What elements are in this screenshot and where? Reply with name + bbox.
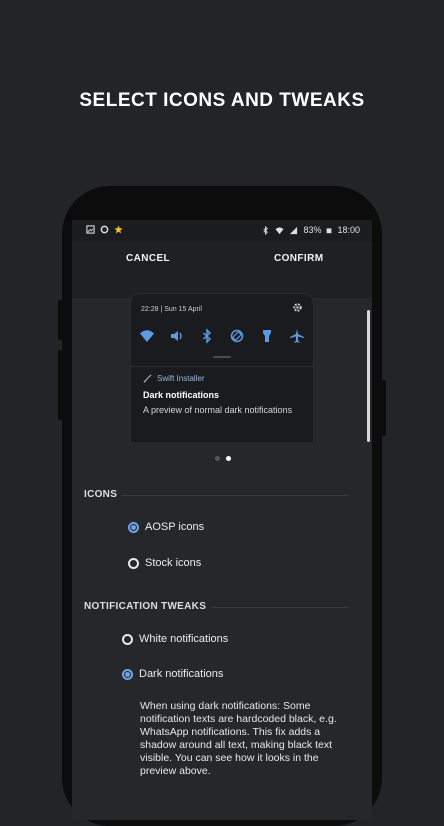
page-dot-active[interactable] [226, 456, 231, 461]
scrollbar[interactable] [367, 310, 370, 442]
preview-time-date: 22:28 | Sun 15 April [141, 306, 202, 313]
option-label: White notifications [139, 633, 229, 645]
option-label: AOSP icons [145, 521, 205, 533]
confirm-button[interactable]: CONFIRM [274, 253, 323, 264]
gallery-icon [86, 225, 95, 234]
phone-side-button [382, 380, 386, 436]
phone-side-button [58, 300, 62, 340]
quick-settings-row [139, 328, 305, 344]
notification-title: Dark notifications [143, 390, 220, 400]
headline: SELECT ICONS AND TWEAKS [79, 90, 365, 111]
option-stock-icons[interactable]: Stock icons [128, 557, 201, 569]
option-label: Stock icons [145, 557, 202, 569]
section-divider [212, 607, 348, 608]
volume-icon[interactable] [169, 328, 185, 344]
notification-text: A preview of normal dark notifications [143, 405, 293, 415]
radio-unselected[interactable] [122, 633, 133, 645]
wifi-icon [275, 226, 285, 234]
flashlight-icon[interactable] [259, 328, 275, 344]
radio-selected[interactable] [128, 521, 139, 533]
action-bar: CANCEL CONFIRM [72, 242, 372, 298]
battery-percent: 83% [303, 225, 322, 235]
airplane-icon[interactable] [289, 328, 305, 344]
section-divider [122, 495, 348, 496]
signal-icon [290, 226, 298, 234]
option-aosp-icons[interactable]: AOSP icons [128, 521, 204, 533]
divider [131, 366, 313, 367]
notification-app-name: Swift Installer [157, 374, 205, 383]
notification-preview: 22:28 | Sun 15 April Swift Installer Dar… [130, 293, 314, 442]
phone-side-button [58, 350, 62, 420]
radio-unselected[interactable] [128, 557, 139, 569]
notification-section-title: NOTIFICATION TWEAKS [84, 601, 207, 612]
status-time: 18:00 [337, 225, 360, 235]
phone-screen: 83% 18:00 CANCEL CONFIRM 22:28 | Sun 15 … [72, 220, 372, 820]
cancel-button[interactable]: CANCEL [126, 253, 170, 264]
notification-app-row: Swift Installer [143, 374, 205, 383]
radio-selected[interactable] [122, 668, 133, 680]
settings-icon [100, 225, 109, 234]
option-white-notifications[interactable]: White notifications [122, 633, 228, 645]
gear-icon [293, 303, 302, 312]
bluetooth-icon [263, 225, 269, 235]
star-icon [114, 225, 123, 234]
page-indicator [215, 456, 231, 461]
option-label: Dark notifications [139, 668, 224, 680]
icons-section-title: ICONS [84, 489, 118, 500]
page-dot[interactable] [215, 456, 220, 461]
battery-icon [327, 227, 332, 233]
rotate-icon[interactable] [229, 328, 245, 344]
bluetooth-icon[interactable] [199, 328, 215, 344]
status-bar: 83% 18:00 [72, 220, 372, 242]
wifi-icon[interactable] [139, 328, 155, 344]
drag-handle [213, 356, 231, 358]
dark-notifications-description: When using dark notifications: Some noti… [140, 700, 337, 777]
brush-icon [143, 374, 152, 383]
option-dark-notifications[interactable]: Dark notifications [122, 668, 223, 680]
